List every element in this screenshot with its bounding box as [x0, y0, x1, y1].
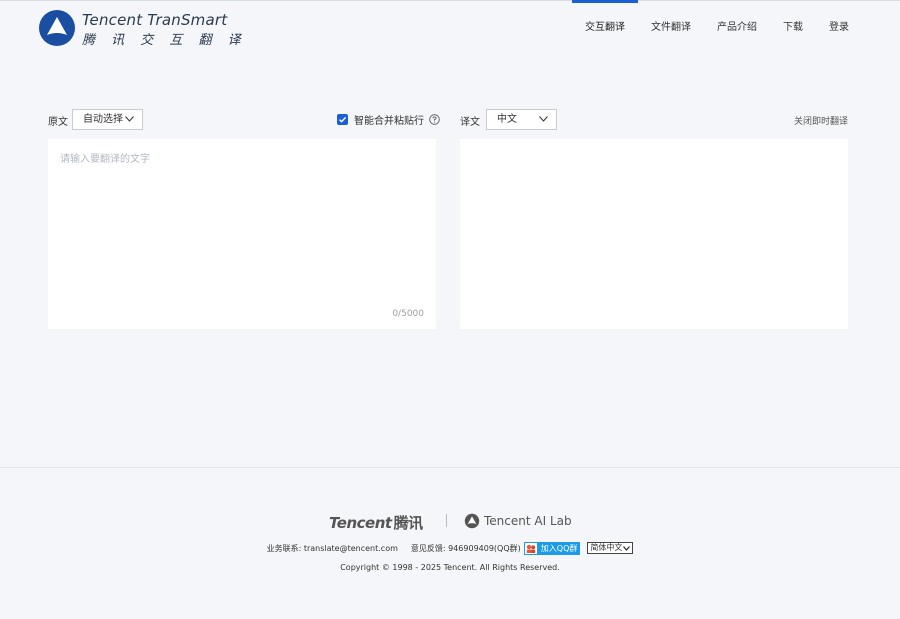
logo-text-en: Tencent TranSmart [82, 11, 228, 29]
source-placeholder: 请输入要翻译的文字 [60, 154, 150, 165]
merge-paste-label: 智能合并粘贴行 [354, 115, 424, 127]
nav-file-translation[interactable]: 文件翻译 [638, 0, 704, 56]
target-language-value: 中文 [497, 114, 517, 125]
feedback-contact: 意见反馈: 946909409(QQ群) [410, 543, 521, 553]
business-contact: 业务联系: translate@tencent.com [266, 543, 398, 553]
nav-interactive-translation[interactable]: 交互翻译 [572, 0, 638, 56]
tencent-logo-cn: 腾讯 [393, 514, 424, 532]
footer-contact: 业务联系: translate@tencent.com 意见反馈: 946909… [0, 541, 900, 555]
nav-download[interactable]: 下载 [770, 0, 816, 56]
transmart-logo-icon [39, 10, 75, 46]
copyright: Copyright © 1998 - 2025 Tencent. All Rig… [340, 563, 560, 572]
ailab-text: Tencent AI Lab [484, 514, 572, 528]
source-language-select[interactable]: 自动选择 [72, 109, 143, 130]
translation-output [460, 139, 848, 329]
qq-group-icon [524, 542, 537, 554]
help-icon[interactable] [429, 113, 440, 125]
tencent-logo-en: Tencent [329, 514, 392, 532]
main-nav: 交互翻译 文件翻译 产品介绍 下载 登录 [572, 0, 862, 56]
target-label: 译文 [460, 117, 480, 128]
source-language-value: 自动选择 [83, 114, 123, 125]
character-counter: 0/5000 [392, 309, 424, 319]
join-qq-group-button[interactable]: 加入QQ群 [523, 541, 581, 555]
footer-divider [0, 467, 900, 468]
ailab-icon [464, 513, 480, 529]
nav-product-intro[interactable]: 产品介绍 [704, 0, 770, 56]
chevron-down-icon [125, 116, 134, 122]
logo-text-cn: 腾 讯 交 互 翻 译 [82, 33, 247, 48]
target-language-select[interactable]: 中文 [486, 109, 557, 130]
chevron-down-icon [623, 545, 631, 551]
logo-separator [446, 514, 447, 527]
footer-logos: Tencent 腾讯 Tencent AI Lab [0, 510, 900, 532]
source-text-input[interactable]: 请输入要翻译的文字 0/5000 [48, 139, 436, 329]
ailab-logo: Tencent AI Lab [464, 512, 572, 530]
nav-login[interactable]: 登录 [816, 0, 862, 56]
merge-paste-checkbox[interactable] [337, 113, 348, 125]
chevron-down-icon [539, 116, 548, 122]
join-qq-group-label: 加入QQ群 [540, 543, 578, 553]
tencent-logo: Tencent 腾讯 [329, 512, 423, 533]
transmart-logo[interactable]: Tencent TranSmart 腾 讯 交 互 翻 译 [38, 9, 241, 49]
checkmark-icon [339, 116, 347, 123]
header: Tencent TranSmart 腾 讯 交 互 翻 译 交互翻译 文件翻译 … [0, 0, 900, 56]
merge-paste-option: 智能合并粘贴行 [337, 112, 440, 127]
footer-language-select[interactable]: 简体中文 [587, 542, 634, 554]
source-label: 原文 [48, 117, 68, 128]
close-instant-translation-link[interactable]: 关闭即时翻译 [794, 114, 848, 127]
footer-language-value: 简体中文 [590, 543, 623, 552]
